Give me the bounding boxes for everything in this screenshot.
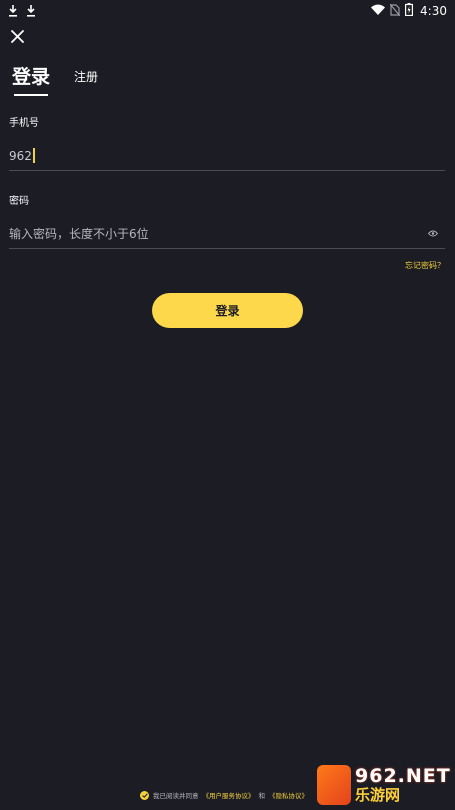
agreement-prefix: 我已阅读并同意 (153, 792, 199, 800)
auth-tabs: 登录 注册 (12, 64, 98, 96)
phone-value: 962 (9, 148, 32, 163)
user-agreement-link[interactable]: 《用户服务协议》 (203, 790, 255, 800)
close-icon (10, 28, 24, 47)
status-bar: 4:30 (0, 0, 455, 22)
wifi-icon (371, 4, 386, 18)
password-label: 密码 (9, 196, 29, 207)
download-icon (8, 2, 18, 21)
login-button[interactable]: 登录 (152, 293, 303, 328)
password-field[interactable]: 输入密码，长度不小于6位 (9, 219, 445, 249)
no-sim-icon (389, 3, 401, 19)
forgot-password-link[interactable]: 忘记密码？ (405, 260, 445, 271)
status-left (8, 2, 36, 21)
phone-input[interactable]: 962 (9, 148, 35, 163)
phone-label: 手机号 (9, 118, 39, 129)
phone-field[interactable]: 962 (9, 141, 445, 171)
watermark-bottom: 乐游网 (355, 786, 401, 804)
eye-icon[interactable] (427, 229, 439, 239)
watermark-logo (317, 765, 351, 805)
status-right: 4:30 (371, 3, 447, 19)
password-input[interactable]: 输入密码，长度不小于6位 (9, 225, 149, 242)
agreement-and: 和 (258, 792, 266, 800)
tab-login[interactable]: 登录 (12, 64, 50, 96)
text-caret (32, 148, 35, 163)
watermark-top: 962.NET (355, 765, 451, 787)
download-icon (26, 2, 36, 21)
tab-register[interactable]: 注册 (74, 64, 98, 90)
watermark: 962.NET 乐游网 (317, 762, 453, 808)
battery-icon (405, 3, 414, 19)
close-button[interactable] (6, 26, 28, 48)
agreement-checkbox[interactable] (140, 790, 149, 800)
status-time: 4:30 (420, 4, 447, 18)
privacy-policy-link[interactable]: 《隐私协议》 (269, 790, 308, 800)
agreement-row: 我已阅读并同意 《用户服务协议》 和 《隐私协议》 (140, 790, 308, 800)
